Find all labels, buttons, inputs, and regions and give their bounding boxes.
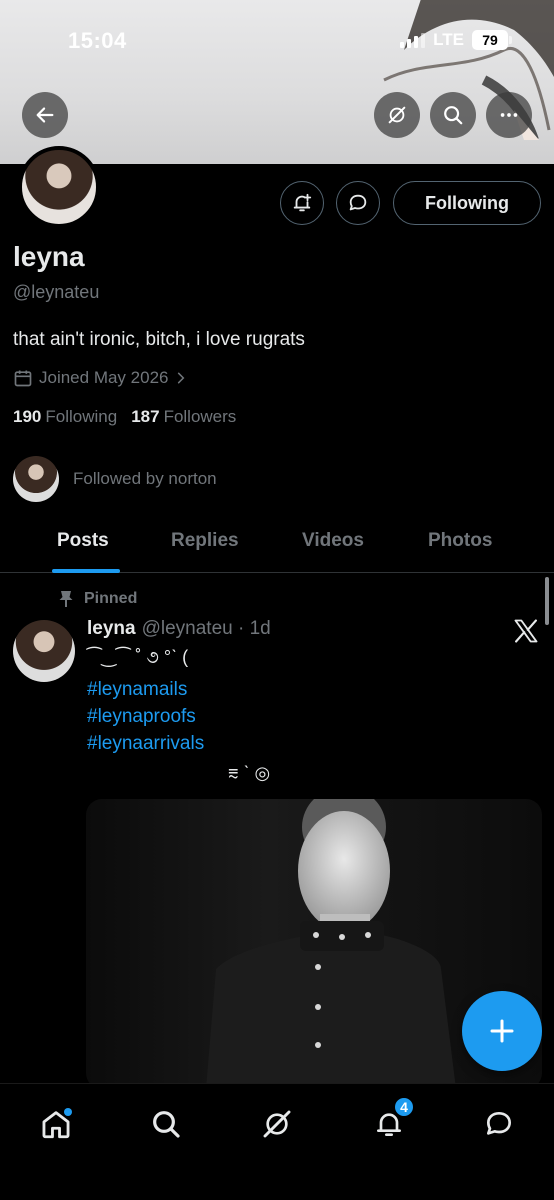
joined-text: Joined May 2026 [39, 368, 169, 387]
followed-by[interactable]: Followed by norton [13, 456, 217, 502]
hashtag-link[interactable]: #leynamails [87, 679, 187, 701]
following-count: 190 [13, 407, 42, 426]
status-indicators: LTE 79 [400, 30, 512, 50]
notify-button[interactable] [280, 181, 324, 225]
signal-icon [400, 32, 426, 48]
tab-replies[interactable]: Replies [171, 530, 239, 552]
post-author-avatar[interactable] [13, 620, 75, 682]
hashtag-link[interactable]: #leynaarrivals [87, 733, 204, 755]
post-text-line: ⩳ ˋ ◎ [228, 763, 271, 783]
bottom-navigation: 4 [0, 1083, 554, 1200]
followers-label: Followers [163, 407, 237, 426]
plus-icon [490, 1019, 514, 1043]
followers-count: 187 [131, 407, 160, 426]
home-unread-dot [64, 1108, 72, 1116]
nav-grok[interactable] [249, 1096, 305, 1152]
profile-handle: @leynateu [13, 282, 100, 302]
tab-videos[interactable]: Videos [302, 530, 364, 552]
profile-tabs: Posts Replies Videos Photos [0, 520, 554, 573]
nav-messages[interactable] [471, 1096, 527, 1152]
nav-notifications[interactable]: 4 [361, 1096, 417, 1152]
chat-bubble-icon [349, 194, 367, 211]
scrollbar[interactable] [545, 577, 549, 625]
hashtag-link[interactable]: #leynaproofs [87, 706, 196, 728]
grok-icon [263, 1110, 291, 1138]
follow-stats: 190 Following 187 Followers [13, 407, 236, 427]
joined-date[interactable]: Joined May 2026 [13, 368, 188, 388]
more-icon [500, 113, 518, 117]
following-stat[interactable]: 190 Following [13, 407, 117, 427]
post-meta: @leynateu · 1d [141, 618, 271, 639]
profile-bio: that ain't ironic, bitch, i love rugrats [13, 329, 305, 350]
post-text-line: ⁀‿⁀ ˚ ૭ °ˋ ( [87, 647, 189, 667]
chevron-right-icon [178, 372, 185, 384]
following-button[interactable]: Following [393, 181, 541, 225]
back-button[interactable] [22, 92, 68, 138]
calendar-icon [14, 370, 32, 387]
profile-name: leyna [13, 241, 85, 272]
notifications-badge: 4 [393, 1096, 415, 1118]
more-button[interactable] [486, 92, 532, 138]
message-button[interactable] [336, 181, 380, 225]
profile-banner[interactable] [0, 0, 554, 164]
tab-posts[interactable]: Posts [57, 530, 109, 552]
search-icon [153, 1111, 180, 1138]
status-time: 15:04 [68, 28, 127, 53]
follower-avatar [13, 456, 59, 502]
messages-icon [487, 1112, 511, 1135]
grok-button[interactable] [374, 92, 420, 138]
following-label: Following [45, 407, 118, 426]
pinned-indicator: Pinned [58, 590, 137, 608]
followed-by-text: Followed by norton [73, 469, 217, 488]
bell-plus-icon [293, 193, 312, 212]
arrow-left-icon [36, 107, 54, 123]
nav-search[interactable] [138, 1096, 194, 1152]
nav-home[interactable] [28, 1096, 84, 1152]
active-tab-indicator [52, 569, 120, 573]
search-button[interactable] [430, 92, 476, 138]
grok-icon [388, 106, 406, 124]
network-type: LTE [433, 30, 464, 49]
pinned-label: Pinned [84, 590, 138, 607]
post-author-name[interactable]: leyna [87, 618, 136, 640]
followers-stat[interactable]: 187 Followers [131, 407, 236, 427]
post-header: leyna @leynateu · 1d [87, 618, 271, 640]
compose-button[interactable] [462, 991, 542, 1071]
x-logo-icon [514, 619, 538, 643]
profile-avatar[interactable] [18, 146, 100, 228]
pin-icon [59, 591, 73, 607]
battery-icon: 79 [472, 30, 512, 50]
tab-photos[interactable]: Photos [428, 530, 492, 552]
search-icon [444, 106, 463, 125]
